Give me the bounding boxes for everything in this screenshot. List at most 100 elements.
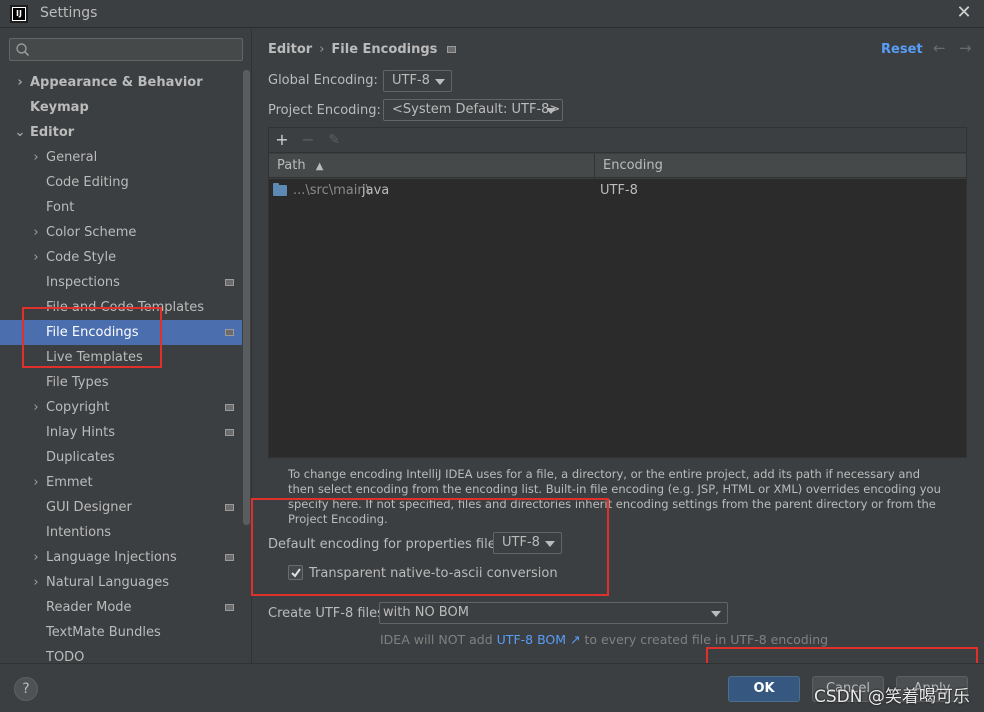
project-scope-icon bbox=[225, 504, 234, 511]
global-encoding-select[interactable]: UTF-8 bbox=[383, 70, 452, 92]
table-header: Path ▲ Encoding bbox=[269, 154, 966, 178]
search-icon bbox=[16, 43, 30, 57]
sidebar-item-appearance-behavior[interactable]: › Appearance & Behavior bbox=[0, 70, 242, 95]
sidebar-item-intentions[interactable]: Intentions bbox=[0, 520, 242, 545]
project-scope-icon bbox=[225, 604, 234, 611]
sidebar-item-label: Language Injections bbox=[46, 550, 177, 565]
chevron-right-icon: › bbox=[33, 550, 39, 565]
table-row[interactable]: ...\src\main\ java UTF-8 bbox=[269, 179, 966, 203]
path-prefix: ...\src\main\ bbox=[293, 183, 370, 198]
sidebar-item-label: Emmet bbox=[46, 475, 93, 490]
chevron-down-icon: ⌄ bbox=[14, 125, 26, 140]
sidebar-item-file-types[interactable]: File Types bbox=[0, 370, 242, 395]
sidebar-item-label: File Types bbox=[46, 375, 109, 390]
project-scope-icon bbox=[225, 279, 234, 286]
project-scope-icon bbox=[225, 329, 234, 336]
breadcrumb-current: File Encodings bbox=[331, 42, 438, 57]
sidebar-item-copyright[interactable]: › Copyright bbox=[0, 395, 242, 420]
utf8-bom-link[interactable]: UTF-8 BOM ↗ bbox=[497, 632, 581, 647]
chevron-right-icon: › bbox=[33, 400, 39, 415]
reset-link[interactable]: Reset bbox=[881, 42, 923, 57]
edit-pencil-icon[interactable]: ✎ bbox=[324, 130, 344, 150]
help-button[interactable]: ? bbox=[14, 677, 38, 701]
project-encoding-label: Project Encoding: bbox=[268, 103, 381, 118]
bom-value: with NO BOM bbox=[383, 605, 469, 620]
folder-icon bbox=[273, 183, 287, 196]
sidebar-item-inspections[interactable]: Inspections bbox=[0, 270, 242, 295]
intellij-app-icon: IJ bbox=[10, 5, 28, 23]
remove-icon[interactable]: − bbox=[298, 130, 318, 150]
sidebar-item-textmate-bundles[interactable]: TextMate Bundles bbox=[0, 620, 242, 645]
row-encoding: UTF-8 bbox=[600, 183, 638, 198]
bom-hint: IDEA will NOT add UTF-8 BOM ↗ to every c… bbox=[380, 632, 828, 647]
table-body: ...\src\main\ java UTF-8 bbox=[269, 179, 966, 457]
caret-down-icon bbox=[435, 79, 445, 85]
sidebar-item-label: Reader Mode bbox=[46, 600, 132, 615]
sidebar-item-label: Editor bbox=[30, 125, 75, 140]
sidebar-item-label: Copyright bbox=[46, 400, 110, 415]
sidebar-item-label: Inspections bbox=[46, 275, 120, 290]
encoding-mappings-table: + − ✎ Path ▲ Encoding ...\src\main\ java… bbox=[268, 127, 967, 458]
sidebar-item-language-injections[interactable]: › Language Injections bbox=[0, 545, 242, 570]
path-name: java bbox=[362, 183, 390, 198]
project-encoding-select[interactable]: <System Default: UTF-8> bbox=[383, 99, 563, 121]
column-header-path[interactable]: Path ▲ bbox=[269, 154, 594, 178]
sidebar-item-keymap[interactable]: Keymap bbox=[0, 95, 242, 120]
chevron-right-icon: › bbox=[33, 475, 39, 490]
chevron-right-icon: › bbox=[33, 150, 39, 165]
forward-arrow-icon[interactable]: → bbox=[959, 39, 972, 57]
sidebar-item-natural-languages[interactable]: › Natural Languages bbox=[0, 570, 242, 595]
sidebar-item-reader-mode[interactable]: Reader Mode bbox=[0, 595, 242, 620]
back-arrow-icon[interactable]: ← bbox=[933, 39, 946, 57]
add-icon[interactable]: + bbox=[272, 130, 292, 150]
chevron-right-icon: › bbox=[33, 250, 39, 265]
sidebar-item-general[interactable]: › General bbox=[0, 145, 242, 170]
breadcrumb-separator: › bbox=[319, 42, 325, 57]
sidebar-item-label: Intentions bbox=[46, 525, 112, 540]
chevron-right-icon: › bbox=[17, 75, 23, 90]
create-utf8-label: Create UTF-8 files: bbox=[268, 606, 389, 621]
sidebar-item-label: Color Scheme bbox=[46, 225, 137, 240]
bom-hint-prefix: IDEA will NOT add bbox=[380, 632, 497, 647]
bom-select[interactable]: with NO BOM bbox=[379, 602, 728, 624]
sidebar-item-label: Inlay Hints bbox=[46, 425, 115, 440]
global-encoding-value: UTF-8 bbox=[392, 73, 430, 88]
sidebar-item-label: Font bbox=[46, 200, 75, 215]
project-scope-icon bbox=[225, 404, 234, 411]
search-input[interactable] bbox=[9, 38, 243, 61]
window-title: Settings bbox=[40, 5, 98, 21]
chevron-right-icon: › bbox=[33, 575, 39, 590]
sidebar-item-label: Duplicates bbox=[46, 450, 115, 465]
sort-ascending-icon: ▲ bbox=[315, 161, 324, 172]
column-header-encoding[interactable]: Encoding bbox=[595, 154, 965, 178]
breadcrumb: Editor › File Encodings bbox=[268, 42, 457, 57]
sidebar-item-label: Appearance & Behavior bbox=[30, 75, 203, 90]
annotation-box-sidebar bbox=[22, 307, 162, 368]
column-path-label: Path bbox=[277, 158, 306, 173]
sidebar-item-label: Natural Languages bbox=[46, 575, 170, 590]
sidebar-scrollbar[interactable] bbox=[243, 70, 250, 525]
sidebar-item-gui-designer[interactable]: GUI Designer bbox=[0, 495, 242, 520]
sidebar-item-label: Code Style bbox=[46, 250, 117, 265]
close-icon[interactable]: ✕ bbox=[954, 3, 974, 23]
settings-tree: › Appearance & Behavior Keymap ⌄ Editor … bbox=[0, 70, 242, 670]
sidebar-item-color-scheme[interactable]: › Color Scheme bbox=[0, 220, 242, 245]
global-encoding-label: Global Encoding: bbox=[268, 73, 378, 88]
project-scope-icon bbox=[225, 429, 234, 436]
sidebar-item-code-style[interactable]: › Code Style bbox=[0, 245, 242, 270]
sidebar-item-label: Keymap bbox=[30, 100, 89, 115]
ok-button[interactable]: OK bbox=[728, 676, 800, 702]
sidebar-item-duplicates[interactable]: Duplicates bbox=[0, 445, 242, 470]
breadcrumb-parent[interactable]: Editor bbox=[268, 42, 312, 57]
sidebar-item-label: Code Editing bbox=[46, 175, 129, 190]
sidebar-item-code-editing[interactable]: Code Editing bbox=[0, 170, 242, 195]
sidebar-item-emmet[interactable]: › Emmet bbox=[0, 470, 242, 495]
bom-hint-suffix: to every created file in UTF-8 encoding bbox=[580, 632, 829, 647]
sidebar-item-font[interactable]: Font bbox=[0, 195, 242, 220]
sidebar-item-inlay-hints[interactable]: Inlay Hints bbox=[0, 420, 242, 445]
project-scope-icon bbox=[447, 46, 457, 53]
title-bar: IJ Settings ✕ bbox=[0, 0, 984, 28]
caret-down-icon bbox=[711, 611, 721, 617]
sidebar-item-editor[interactable]: ⌄ Editor bbox=[0, 120, 242, 145]
table-toolbar: + − ✎ bbox=[269, 128, 966, 153]
